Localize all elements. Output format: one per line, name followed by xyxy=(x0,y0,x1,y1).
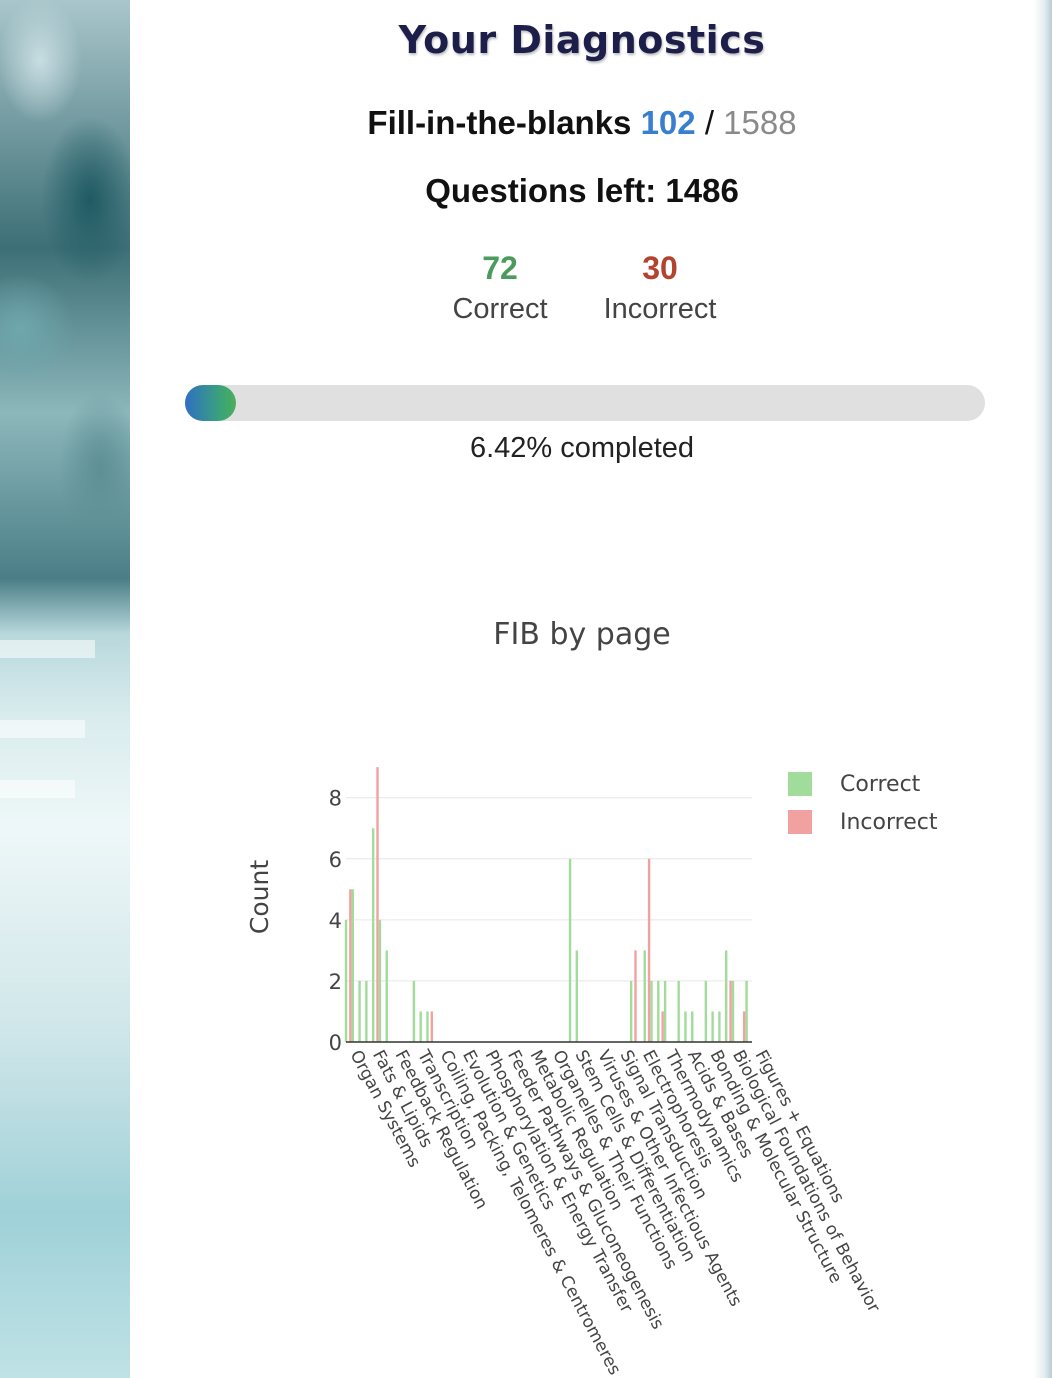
bar-incorrect xyxy=(430,1011,434,1042)
bar-correct xyxy=(378,919,382,1042)
y-tick-label: 2 xyxy=(329,970,342,994)
bar-correct xyxy=(731,980,735,1042)
bar-correct xyxy=(684,1011,687,1042)
legend-label-correct: Correct xyxy=(840,771,921,797)
legend-item-correct[interactable]: Correct xyxy=(788,765,937,803)
bar-correct xyxy=(351,889,354,1042)
bar-correct xyxy=(663,980,667,1042)
y-tick-label: 0 xyxy=(329,1031,342,1055)
bar-incorrect xyxy=(349,889,352,1042)
bar-incorrect xyxy=(729,980,732,1042)
bar-correct xyxy=(643,950,646,1042)
bar-correct xyxy=(426,1011,429,1042)
bar-correct xyxy=(650,980,653,1042)
y-tick-label: 4 xyxy=(329,909,342,933)
bar-correct xyxy=(344,919,348,1042)
y-tick-label: 6 xyxy=(329,848,342,872)
bar-correct xyxy=(745,980,748,1042)
bar-correct xyxy=(704,980,708,1042)
bar-correct xyxy=(385,950,388,1042)
bar-correct xyxy=(691,1011,694,1042)
bar-correct xyxy=(371,828,375,1042)
bar-incorrect xyxy=(376,767,379,1042)
legend-swatch-correct xyxy=(788,772,812,796)
bar-correct xyxy=(629,980,633,1042)
diagnostics-panel: Your Diagnostics Fill-in-the-blanks 102 … xyxy=(130,0,1034,1378)
background-image xyxy=(0,0,130,1378)
legend-swatch-incorrect xyxy=(788,810,812,834)
bar-incorrect xyxy=(634,950,637,1042)
legend-item-incorrect[interactable]: Incorrect xyxy=(788,803,937,841)
legend-label-incorrect: Incorrect xyxy=(840,809,938,835)
bar-incorrect xyxy=(661,1011,664,1042)
bar-correct xyxy=(365,980,368,1042)
bar-correct xyxy=(568,858,572,1042)
chart-legend: Correct Incorrect xyxy=(788,765,937,841)
x-tick-label: Biological Foundations of Behavior xyxy=(728,1047,884,1316)
bar-correct xyxy=(412,980,416,1042)
background-decoration xyxy=(0,780,75,798)
background-decoration xyxy=(0,640,95,658)
bar-correct xyxy=(725,950,728,1042)
bar-correct xyxy=(677,980,680,1042)
bar-incorrect xyxy=(742,1011,746,1042)
bar-correct xyxy=(657,980,660,1042)
bar-correct xyxy=(718,1011,721,1042)
background-decoration xyxy=(0,720,85,738)
y-tick-label: 8 xyxy=(329,787,342,811)
y-axis-label: Count xyxy=(245,860,274,934)
bar-incorrect xyxy=(647,858,651,1042)
bar-correct xyxy=(419,1011,422,1042)
background-edge xyxy=(1034,0,1052,1378)
bar-correct xyxy=(711,1011,714,1042)
bar-correct xyxy=(575,950,579,1042)
bar-correct xyxy=(358,980,361,1042)
fib-bar-chart: 02468CountOrgan SystemsFats & LipidsFeed… xyxy=(245,767,884,1378)
